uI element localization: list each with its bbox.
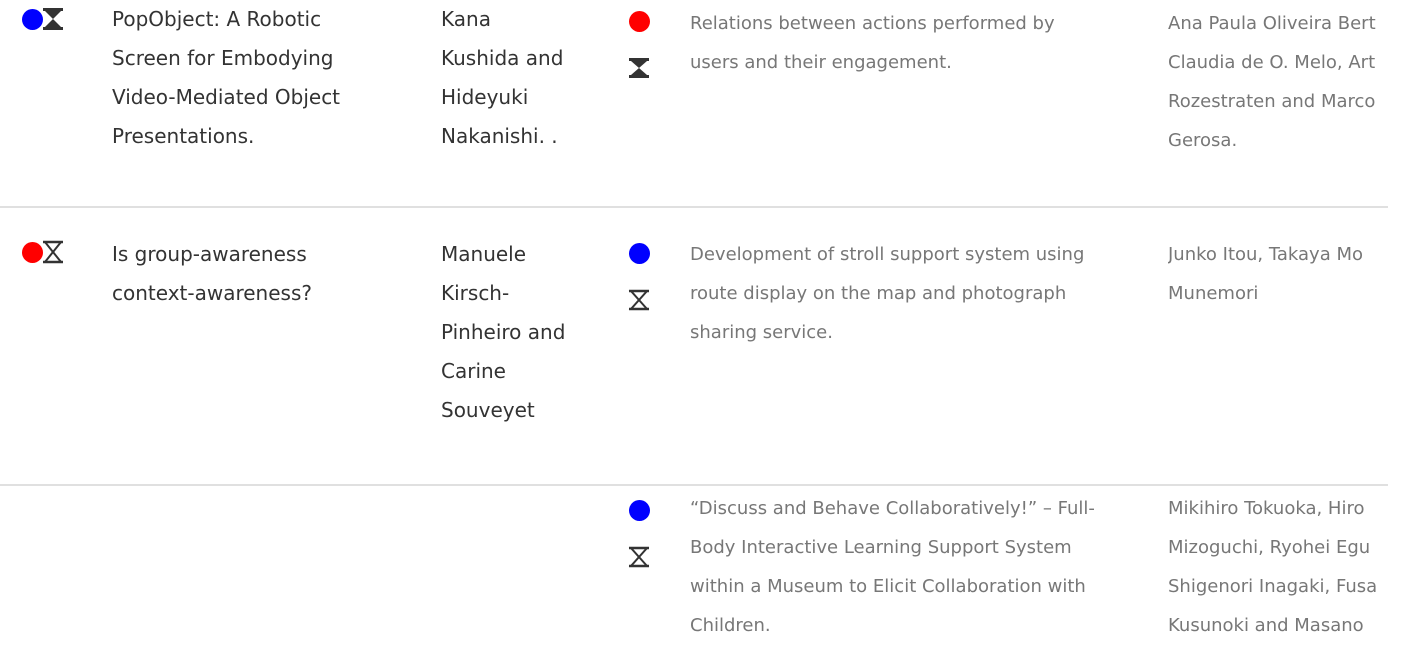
- related-paper-title[interactable]: Development of stroll support system usi…: [690, 235, 1140, 352]
- related-paper-authors: Ana Paula Oliveira Bert Claudia de O. Me…: [1168, 13, 1376, 151]
- related-paper-authors: Mikihiro Tokuoka, Hiro Mizoguchi, Ryohei…: [1168, 498, 1378, 636]
- related-hourglass-filled-icon[interactable]: [628, 57, 650, 79]
- paper-title[interactable]: PopObject: A Robotic Screen for Embodyin…: [112, 0, 412, 156]
- row-divider: [0, 206, 1388, 208]
- paper-authors: Manuele Kirsch- Pinheiro and Carine Souv…: [441, 242, 566, 422]
- related-paper-title[interactable]: “Discuss and Behave Collaboratively!” – …: [690, 489, 1140, 645]
- status-dot-red-icon[interactable]: [22, 242, 43, 263]
- status-dot-blue-icon[interactable]: [22, 9, 43, 30]
- related-status-dot-blue-icon[interactable]: [629, 500, 650, 521]
- hourglass-outline-icon[interactable]: [42, 240, 64, 264]
- paper-title[interactable]: Is group-awareness context-awareness?: [112, 235, 412, 313]
- row-divider: [0, 484, 1388, 486]
- hourglass-filled-icon[interactable]: [42, 7, 64, 31]
- related-paper-title[interactable]: Relations between actions performed by u…: [690, 4, 1140, 82]
- related-status-dot-blue-icon[interactable]: [629, 243, 650, 264]
- related-hourglass-outline-icon[interactable]: [628, 546, 650, 568]
- related-status-dot-red-icon[interactable]: [629, 11, 650, 32]
- related-paper-authors: Junko Itou, Takaya Mo Munemori: [1168, 244, 1364, 304]
- related-hourglass-outline-icon[interactable]: [628, 289, 650, 311]
- paper-authors: Kana Kushida and Hideyuki Nakanishi. .: [441, 7, 564, 148]
